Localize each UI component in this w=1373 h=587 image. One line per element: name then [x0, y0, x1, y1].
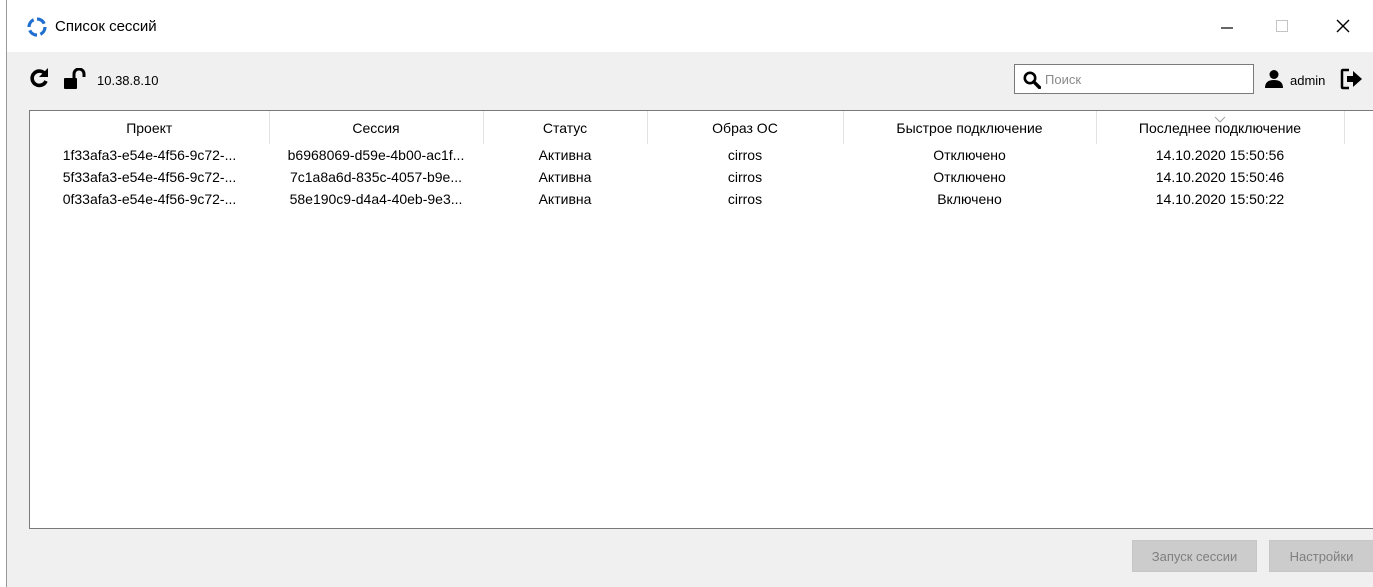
- launch-session-button[interactable]: Запуск сессии: [1132, 540, 1257, 572]
- minimize-button[interactable]: [1207, 11, 1247, 41]
- cell-status: Активна: [538, 169, 592, 185]
- cell-last-connection: 14.10.2020 15:50:56: [1155, 147, 1285, 163]
- column-header-os-image[interactable]: Образ ОС: [647, 111, 844, 144]
- cell-quick-connect: Включено: [937, 191, 1002, 207]
- cell-quick-connect: Отключено: [933, 147, 1006, 163]
- cell-status: Активна: [538, 191, 592, 207]
- cell-os-image: cirros: [727, 169, 763, 185]
- window-title: Список сессий: [55, 18, 157, 35]
- cell-status: Активна: [538, 147, 592, 163]
- logout-icon[interactable]: [1340, 68, 1364, 93]
- close-button[interactable]: [1323, 11, 1363, 41]
- cell-project: 5f33afa3-e54e-4f56-9c72-...: [62, 169, 237, 185]
- table-row[interactable]: 0f33afa3-e54e-4f56-9c72-... 58e190c9-d4a…: [30, 188, 1344, 210]
- cell-last-connection: 14.10.2020 15:50:22: [1155, 191, 1285, 207]
- toolbar: 10.38.8.10 admin: [7, 52, 1373, 108]
- title-bar: Список сессий: [7, 0, 1373, 52]
- user-icon: [1264, 69, 1284, 92]
- cell-project: 0f33afa3-e54e-4f56-9c72-...: [62, 191, 237, 207]
- cell-quick-connect: Отключено: [933, 169, 1006, 185]
- maximize-icon: [1276, 20, 1288, 32]
- cell-os-image: cirros: [727, 147, 763, 163]
- refresh-circle-icon: [27, 17, 47, 37]
- search-icon: [1023, 71, 1042, 92]
- column-header-status[interactable]: Статус: [483, 111, 648, 144]
- refresh-icon[interactable]: [28, 67, 50, 92]
- search-input[interactable]: [1045, 65, 1245, 93]
- sort-descending-icon: [1214, 111, 1226, 126]
- column-header-project[interactable]: Проект: [30, 111, 270, 144]
- unlock-icon[interactable]: [63, 67, 91, 93]
- table-row[interactable]: 5f33afa3-e54e-4f56-9c72-... 7c1a8a6d-835…: [30, 166, 1344, 188]
- column-header-last-connection[interactable]: Последнее подключение: [1096, 111, 1345, 144]
- cell-last-connection: 14.10.2020 15:50:46: [1155, 169, 1285, 185]
- cell-session: b6968069-d59e-4b00-ac1f...: [287, 147, 465, 163]
- column-header-quick-connect[interactable]: Быстрое подключение: [843, 111, 1097, 144]
- maximize-button[interactable]: [1262, 11, 1302, 41]
- cell-project: 1f33afa3-e54e-4f56-9c72-...: [62, 147, 237, 163]
- session-list-window: Список сессий 10.38.8.10 Поиск admin Про…: [6, 0, 1373, 587]
- settings-button[interactable]: Настройки: [1269, 540, 1373, 572]
- cell-session: 58e190c9-d4a4-40eb-9e3...: [289, 191, 463, 207]
- cell-os-image: cirros: [727, 191, 763, 207]
- server-address: 10.38.8.10: [97, 73, 159, 88]
- cell-session: 7c1a8a6d-835c-4057-b9e...: [289, 169, 463, 185]
- sessions-table: Проект Сессия Статус Образ ОС Быстрое по…: [29, 110, 1373, 529]
- column-header-session[interactable]: Сессия: [269, 111, 484, 144]
- close-icon: [1336, 19, 1350, 33]
- username: admin: [1290, 73, 1326, 88]
- minimize-icon: [1221, 27, 1233, 29]
- table-header-row: Проект Сессия Статус Образ ОС Быстрое по…: [30, 111, 1345, 144]
- search-box[interactable]: [1014, 64, 1254, 94]
- table-row[interactable]: 1f33afa3-e54e-4f56-9c72-... b6968069-d59…: [30, 144, 1344, 166]
